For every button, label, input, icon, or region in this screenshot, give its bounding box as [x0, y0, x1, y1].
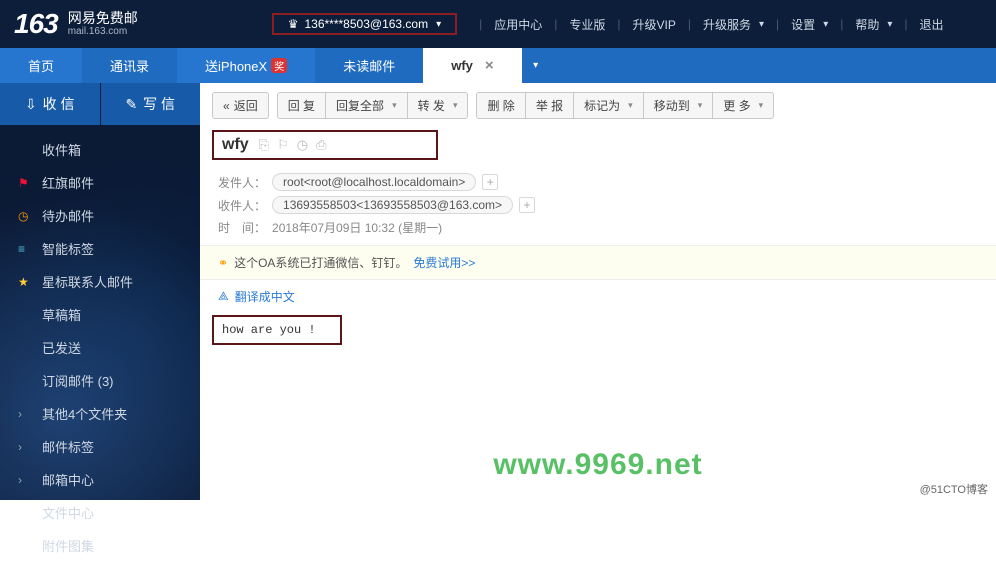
- nav-upgrade-service[interactable]: 升级服务▾: [699, 16, 768, 33]
- sender-pill[interactable]: root<root@localhost.localdomain>: [272, 173, 476, 191]
- clock-icon[interactable]: ◷: [297, 137, 308, 153]
- translate-button[interactable]: ⟁ 翻译成中文: [200, 280, 996, 313]
- sender-label: 发件人：: [218, 174, 266, 191]
- sidebar-item-inbox[interactable]: 收件箱: [0, 133, 200, 166]
- app-header: 163 网易免费邮 mail.163.com ♛ 136****8503@163…: [0, 0, 996, 48]
- tab-current[interactable]: wfy×: [423, 48, 521, 83]
- crown-icon: ♛: [288, 17, 299, 31]
- promo-bar: ⚭ 这个OA系统已打通微信、钉钉。 免费试用>>: [200, 245, 996, 280]
- sidebar-item-sent[interactable]: 已发送: [0, 331, 200, 364]
- back-button[interactable]: «返回: [212, 92, 269, 119]
- mail-subject: wfy: [222, 136, 249, 154]
- tab-more-dropdown[interactable]: ▾: [522, 48, 550, 83]
- tab-iphone[interactable]: 送iPhoneX奖: [177, 48, 315, 83]
- sidebar-item-center[interactable]: ›邮箱中心: [0, 463, 200, 496]
- header-nav: |应用中心 |专业版 |升级VIP |升级服务▾ |设置▾ |帮助▾ |退出: [475, 16, 951, 33]
- mail-content: «返回 回 复 回复全部 转 发 删 除 举 报 标记为 移动到 更 多 wfy…: [200, 83, 996, 500]
- chevron-down-icon: ▾: [823, 19, 828, 30]
- bars-icon: ≡: [18, 242, 34, 256]
- nav-help[interactable]: 帮助▾: [851, 16, 896, 33]
- promo-link[interactable]: 免费试用>>: [413, 254, 475, 271]
- sidebar-item-other[interactable]: ›其他4个文件夹: [0, 397, 200, 430]
- tab-contacts[interactable]: 通讯录: [82, 48, 177, 83]
- user-email-dropdown[interactable]: ♛ 136****8503@163.com ▾: [272, 13, 457, 35]
- nav-app-center[interactable]: 应用中心: [490, 16, 546, 33]
- translate-icon: ⟁: [218, 289, 229, 304]
- subject-row: wfy ⎘ ⚐ ◷ ⎙: [212, 130, 438, 160]
- compose-button[interactable]: ✎写 信: [101, 83, 201, 125]
- sidebar: ⇩收 信 ✎写 信 收件箱 ⚑红旗邮件 ◷待办邮件 ≡智能标签 ★星标联系人邮件…: [0, 83, 200, 500]
- sidebar-item-draft[interactable]: 草稿箱: [0, 298, 200, 331]
- nav-pro[interactable]: 专业版: [565, 16, 609, 33]
- report-button[interactable]: 举 报: [525, 92, 574, 119]
- edit-icon: ✎: [125, 96, 137, 113]
- receive-button[interactable]: ⇩收 信: [0, 83, 101, 125]
- user-email: 136****8503@163.com: [304, 17, 428, 31]
- footer-credit: @51CTO博客: [920, 481, 988, 497]
- sidebar-item-todo[interactable]: ◷待办邮件: [0, 199, 200, 232]
- add-recipient-button[interactable]: +: [519, 197, 535, 213]
- chevron-right-icon: ›: [18, 440, 34, 454]
- chevron-down-icon: ▾: [887, 19, 892, 30]
- nav-vip[interactable]: 升级VIP: [629, 16, 680, 33]
- back-icon: «: [223, 99, 230, 113]
- sidebar-item-starred[interactable]: ★星标联系人邮件: [0, 265, 200, 298]
- sidebar-item-photos[interactable]: 附件图集: [0, 529, 200, 562]
- logo[interactable]: 163 网易免费邮 mail.163.com: [0, 8, 152, 40]
- promo-text: 这个OA系统已打通微信、钉钉。: [234, 254, 407, 271]
- link-icon: ⚭: [218, 256, 228, 270]
- sidebar-item-flag[interactable]: ⚑红旗邮件: [0, 166, 200, 199]
- forward-button[interactable]: 转 发: [407, 92, 469, 119]
- time-label: 时 间：: [218, 219, 266, 236]
- chevron-down-icon: ▾: [436, 19, 441, 30]
- clock-icon: ◷: [18, 209, 34, 223]
- mail-meta: 发件人： root<root@localhost.localdomain> + …: [200, 160, 996, 245]
- star-icon: ★: [18, 275, 34, 289]
- mail-time: 2018年07月09日 10:32 (星期一): [272, 219, 442, 236]
- delete-button[interactable]: 删 除: [476, 92, 525, 119]
- logo-en: mail.163.com: [68, 26, 138, 37]
- recipient-pill[interactable]: 13693558503<13693558503@163.com>: [272, 196, 513, 214]
- sidebar-item-tags[interactable]: ›邮件标签: [0, 430, 200, 463]
- bookmark-icon[interactable]: ⎘: [259, 137, 269, 153]
- chevron-right-icon: ›: [18, 473, 34, 487]
- more-button[interactable]: 更 多: [712, 92, 774, 119]
- chevron-right-icon: ›: [18, 407, 34, 421]
- tab-home[interactable]: 首页: [0, 48, 82, 83]
- sidebar-item-smart[interactable]: ≡智能标签: [0, 232, 200, 265]
- flag-icon[interactable]: ⚐: [277, 137, 289, 153]
- badge-icon: 奖: [271, 58, 287, 73]
- print-icon[interactable]: ⎙: [316, 137, 326, 153]
- chevron-down-icon: ▾: [759, 19, 764, 30]
- logo-cn: 网易免费邮: [68, 11, 138, 26]
- recipient-label: 收件人：: [218, 197, 266, 214]
- sidebar-item-files[interactable]: 文件中心: [0, 496, 200, 529]
- watermark: www.9969.net: [493, 448, 702, 482]
- flag-icon: ⚑: [18, 176, 34, 190]
- tab-bar: 首页 通讯录 送iPhoneX奖 未读邮件 wfy× ▾: [0, 48, 996, 83]
- sidebar-item-subscribe[interactable]: 订阅邮件 (3): [0, 364, 200, 397]
- mail-toolbar: «返回 回 复 回复全部 转 发 删 除 举 报 标记为 移动到 更 多: [200, 83, 996, 128]
- tab-unread[interactable]: 未读邮件: [315, 48, 423, 83]
- logo-163: 163: [14, 8, 58, 40]
- nav-settings[interactable]: 设置▾: [787, 16, 832, 33]
- close-icon[interactable]: ×: [485, 57, 494, 74]
- move-button[interactable]: 移动到: [643, 92, 714, 119]
- nav-logout[interactable]: 退出: [916, 16, 948, 33]
- mark-button[interactable]: 标记为: [573, 92, 644, 119]
- add-sender-button[interactable]: +: [482, 174, 498, 190]
- download-icon: ⇩: [25, 96, 37, 113]
- reply-button[interactable]: 回 复: [277, 92, 326, 119]
- reply-all-button[interactable]: 回复全部: [325, 92, 408, 119]
- mail-body: how are you !: [212, 315, 342, 345]
